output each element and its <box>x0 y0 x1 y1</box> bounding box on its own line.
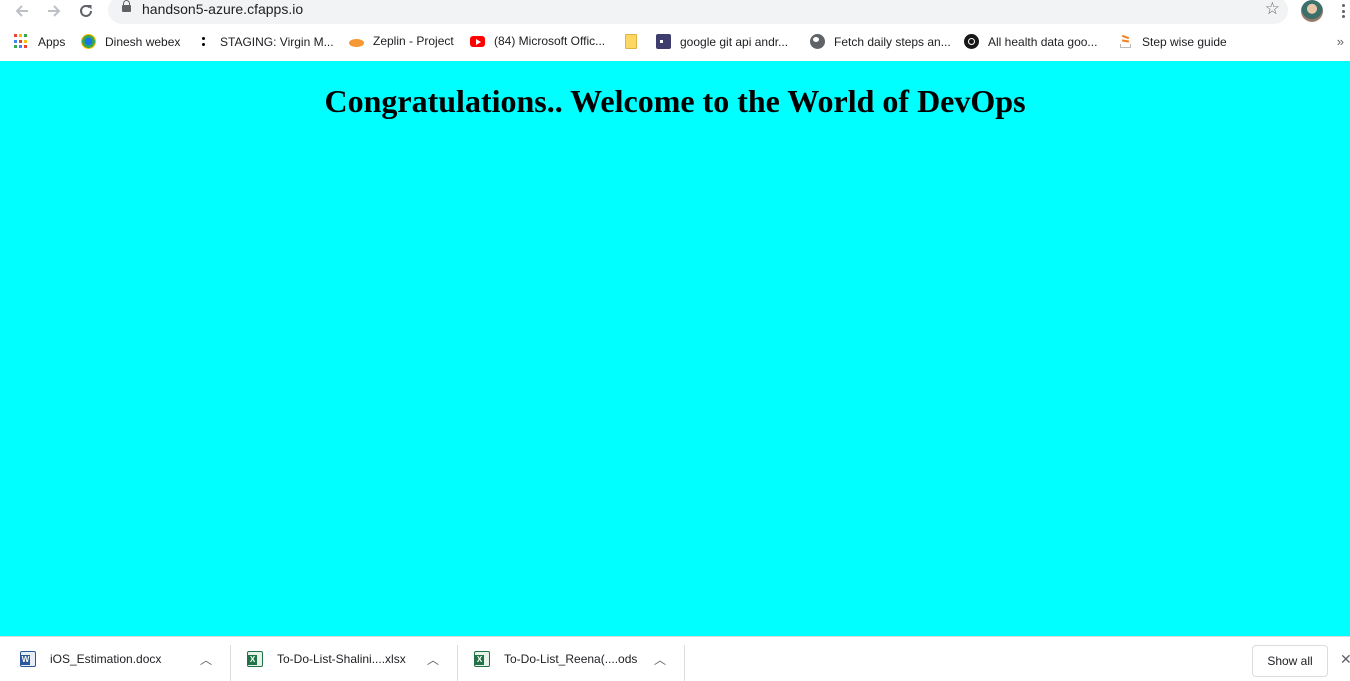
divider <box>457 645 458 681</box>
download-item-todo-shalini[interactable]: X To-Do-List-Shalini....xlsx <box>247 637 406 680</box>
download-filename: iOS_Estimation.docx <box>50 651 162 666</box>
close-icon[interactable]: ✕ <box>1340 651 1350 668</box>
downloads-bar: W iOS_Estimation.docx ︿ X To-Do-List-Sha… <box>0 636 1350 681</box>
bookmark-fetch-daily-steps[interactable]: Fetch daily steps an... <box>810 34 951 49</box>
bookmark-all-health-data[interactable]: All health data goo... <box>964 34 1097 49</box>
download-item-todo-reena[interactable]: X To-Do-List_Reena(....ods <box>474 637 637 680</box>
url-text[interactable]: handson5-azure.cfapps.io <box>142 1 303 17</box>
page-headline: Congratulations.. Welcome to the World o… <box>324 83 1026 119</box>
lock-icon <box>122 0 131 12</box>
page-content: Congratulations.. Welcome to the World o… <box>0 61 1350 636</box>
apps-grid-icon <box>14 34 29 49</box>
bookmark-google-git-api[interactable]: google git api andr... <box>656 34 788 49</box>
stackoverflow-icon <box>1118 34 1133 49</box>
webex-icon <box>81 34 96 49</box>
bookmark-staging-virgin[interactable]: STAGING: Virgin M... <box>196 34 334 49</box>
bookmark-label: Fetch daily steps an... <box>834 34 951 49</box>
globe-icon <box>810 34 825 49</box>
bookmark-label: (84) Microsoft Offic... <box>494 34 606 48</box>
kebab-menu-icon[interactable] <box>1338 2 1348 20</box>
chevron-up-icon[interactable]: ︿ <box>200 651 212 668</box>
bookmark-label: Apps <box>38 34 66 49</box>
more-bookmarks-icon[interactable]: » <box>1337 34 1344 49</box>
divider <box>684 645 685 681</box>
bookmarks-bar: Apps Dinesh webex STAGING: Virgin M... Z… <box>0 28 1350 56</box>
forward-button[interactable] <box>42 0 66 22</box>
star-icon[interactable]: ☆ <box>1265 0 1280 19</box>
virgin-icon <box>196 34 211 49</box>
reload-button[interactable] <box>74 0 98 22</box>
github-icon <box>964 34 979 49</box>
bookmark-dinesh-webex[interactable]: Dinesh webex <box>81 34 180 49</box>
back-button[interactable] <box>10 0 34 22</box>
browser-toolbar: handson5-azure.cfapps.io ☆ <box>0 0 1350 24</box>
arrow-right-icon <box>48 5 61 17</box>
excel-file-icon: X <box>247 650 263 667</box>
bookmark-apps[interactable]: Apps <box>14 34 65 49</box>
bookmark-label: google git api andr... <box>680 34 789 49</box>
profile-avatar[interactable] <box>1301 0 1323 22</box>
bookmark-label: STAGING: Virgin M... <box>220 34 334 49</box>
youtube-icon <box>470 35 485 47</box>
download-filename: To-Do-List-Shalini....xlsx <box>277 651 406 666</box>
bookmark-label: All health data goo... <box>988 34 1098 49</box>
bookmark-label: Zeplin - Project <box>373 34 454 48</box>
address-bar[interactable]: handson5-azure.cfapps.io ☆ <box>108 0 1288 24</box>
bookmark-folder[interactable] <box>625 34 646 49</box>
bookmark-label: Dinesh webex <box>105 34 181 49</box>
word-file-icon: W <box>20 650 36 667</box>
excel-file-icon: X <box>474 650 490 667</box>
divider <box>230 645 231 681</box>
download-filename: To-Do-List_Reena(....ods <box>504 651 638 666</box>
terminal-icon <box>656 34 671 49</box>
reload-icon <box>80 4 92 17</box>
chevron-up-icon[interactable]: ︿ <box>427 651 439 668</box>
arrow-left-icon <box>15 5 28 17</box>
bookmark-label: Step wise guide <box>1142 34 1227 49</box>
download-item-ios-estimation[interactable]: W iOS_Estimation.docx <box>20 637 161 680</box>
bookmark-step-wise-guide[interactable]: Step wise guide <box>1118 34 1227 49</box>
bookmark-zeplin[interactable]: Zeplin - Project <box>349 34 454 48</box>
show-all-button[interactable]: Show all <box>1252 645 1328 677</box>
zeplin-icon <box>349 38 364 47</box>
folder-icon <box>625 34 637 49</box>
chevron-up-icon[interactable]: ︿ <box>654 651 666 668</box>
bookmark-microsoft-office[interactable]: (84) Microsoft Offic... <box>470 34 605 48</box>
